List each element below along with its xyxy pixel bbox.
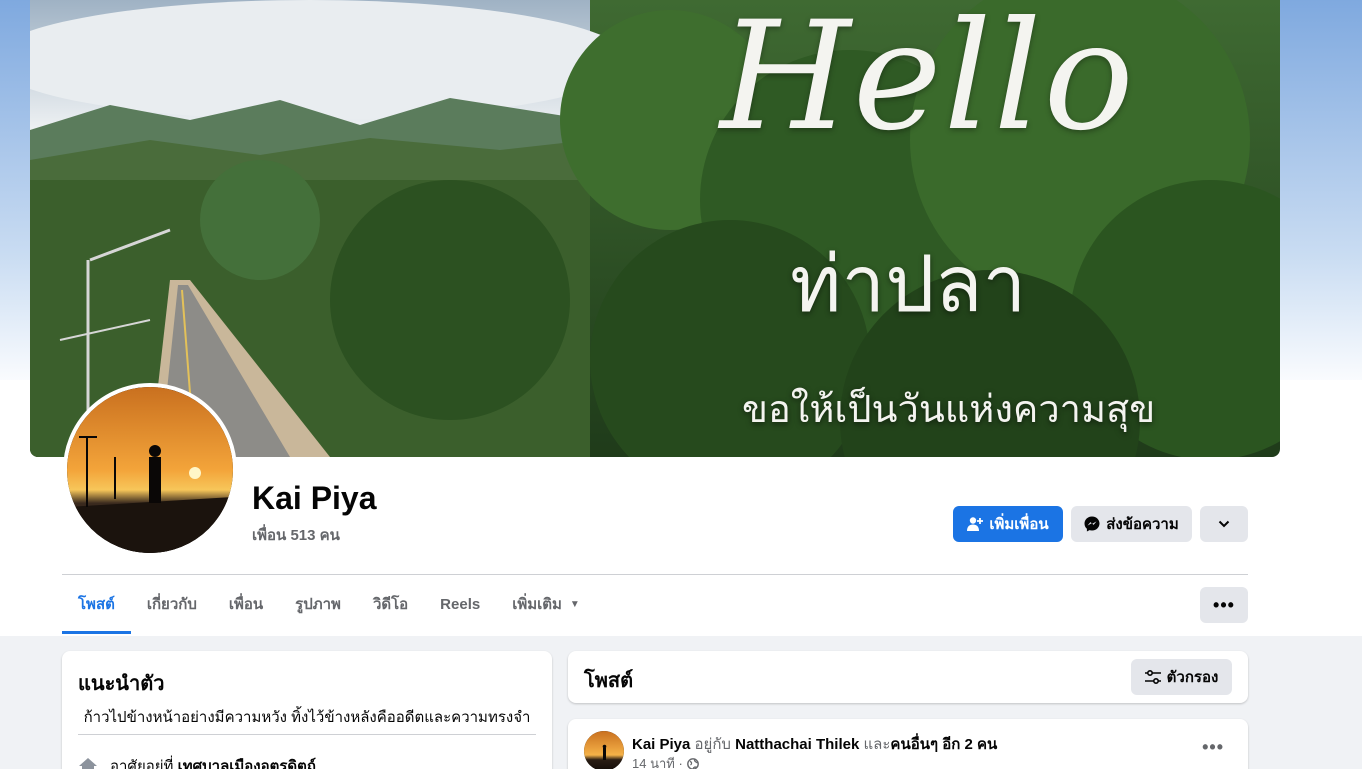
add-friend-button[interactable]: เพิ่มเพื่อน — [953, 506, 1063, 542]
cover-wish-text: ขอให้เป็นวันแห่งความสุข — [742, 387, 1156, 431]
post-author-avatar[interactable] — [584, 731, 624, 769]
post-author-link[interactable]: Kai Piya — [632, 736, 690, 753]
more-dots-icon: ••• — [1202, 737, 1224, 757]
intro-card: แนะนำตัว ก้าวไปข้างหน้าอย่างมีความหวัง ท… — [62, 651, 552, 769]
friend-count[interactable]: เพื่อน 513 คน — [252, 523, 340, 547]
tab-photos[interactable]: รูปภาพ — [279, 588, 357, 634]
intro-divider — [78, 734, 536, 735]
avatar-image — [67, 387, 233, 553]
profile-more-options-button[interactable] — [1200, 506, 1248, 542]
post-and-word: และ — [863, 736, 891, 753]
filter-label: ตัวกรอง — [1166, 669, 1219, 686]
tab-label: เพิ่มเติม — [512, 596, 562, 613]
globe-icon — [686, 757, 699, 769]
messenger-icon — [1084, 516, 1100, 532]
add-person-icon — [967, 517, 984, 531]
filter-icon — [1144, 670, 1161, 684]
tab-more[interactable]: เพิ่มเติม ▼ — [496, 588, 596, 634]
tab-label: เกี่ยวกับ — [146, 596, 197, 613]
header-divider — [62, 574, 1248, 575]
tab-reels[interactable]: Reels — [424, 588, 496, 634]
cover-greeting-text: Hello — [720, 0, 1136, 164]
home-icon — [79, 758, 97, 769]
tab-label: วิดีโอ — [372, 596, 409, 613]
post-others-link[interactable]: คนอื่นๆ อีก 2 คน — [890, 736, 997, 753]
lives-place-link[interactable]: เทศบาลเมืองอุตรดิตถ์ — [178, 758, 316, 769]
tab-videos[interactable]: วิดีโอ — [357, 588, 424, 634]
intro-lives-in: อาศัยอยู่ที่ เทศบาลเมืองอุตรดิตถ์ — [78, 754, 316, 769]
profile-name: Kai Piya — [252, 480, 377, 516]
posts-header-card: โพสต์ ตัวกรอง — [568, 651, 1248, 703]
lives-prefix: อาศัยอยู่ที่ — [110, 758, 174, 769]
caret-down-icon: ▼ — [569, 599, 580, 610]
tab-label: โพสต์ — [78, 596, 115, 613]
tab-posts[interactable]: โพสต์ — [62, 588, 131, 634]
cover-photo[interactable]: Hello ท่าปลา ขอให้เป็นวันแห่งความสุข — [30, 0, 1280, 457]
filter-button[interactable]: ตัวกรอง — [1131, 659, 1232, 695]
add-friend-label: เพิ่มเพื่อน — [989, 516, 1049, 533]
post-card: Kai Piya อยู่กับ Natthachai Thilek และคน… — [568, 719, 1248, 769]
tab-about[interactable]: เกี่ยวกับ — [131, 588, 213, 634]
send-message-button[interactable]: ส่งข้อความ — [1071, 506, 1192, 542]
tabs-more-button[interactable]: ••• — [1200, 587, 1248, 623]
cover-place-text: ท่าปลา — [790, 240, 1027, 330]
post-time[interactable]: 14 นาที · — [632, 753, 683, 769]
post-with-word: อยู่กับ — [694, 736, 731, 753]
more-dots-icon: ••• — [1213, 594, 1235, 615]
intro-bio: ก้าวไปข้างหน้าอย่างมีความหวัง ทิ้งไว้ข้า… — [83, 709, 531, 726]
profile-tabs: โพสต์ เกี่ยวกับ เพื่อน รูปภาพ วิดีโอ Ree… — [62, 588, 596, 634]
posts-title: โพสต์ — [584, 670, 634, 692]
tab-label: Reels — [440, 596, 481, 613]
post-meta: 14 นาที · — [632, 753, 699, 769]
tab-label: เพื่อน — [228, 596, 264, 613]
post-tagged-link[interactable]: Natthachai Thilek — [735, 736, 859, 753]
tab-friends[interactable]: เพื่อน — [213, 588, 279, 634]
tab-label: รูปภาพ — [295, 596, 341, 613]
intro-title: แนะนำตัว — [78, 673, 165, 695]
chevron-down-icon — [1218, 520, 1230, 528]
post-options-button[interactable]: ••• — [1202, 737, 1224, 758]
post-avatar-image — [584, 731, 624, 769]
profile-avatar[interactable] — [63, 383, 237, 557]
send-message-label: ส่งข้อความ — [1106, 516, 1179, 533]
